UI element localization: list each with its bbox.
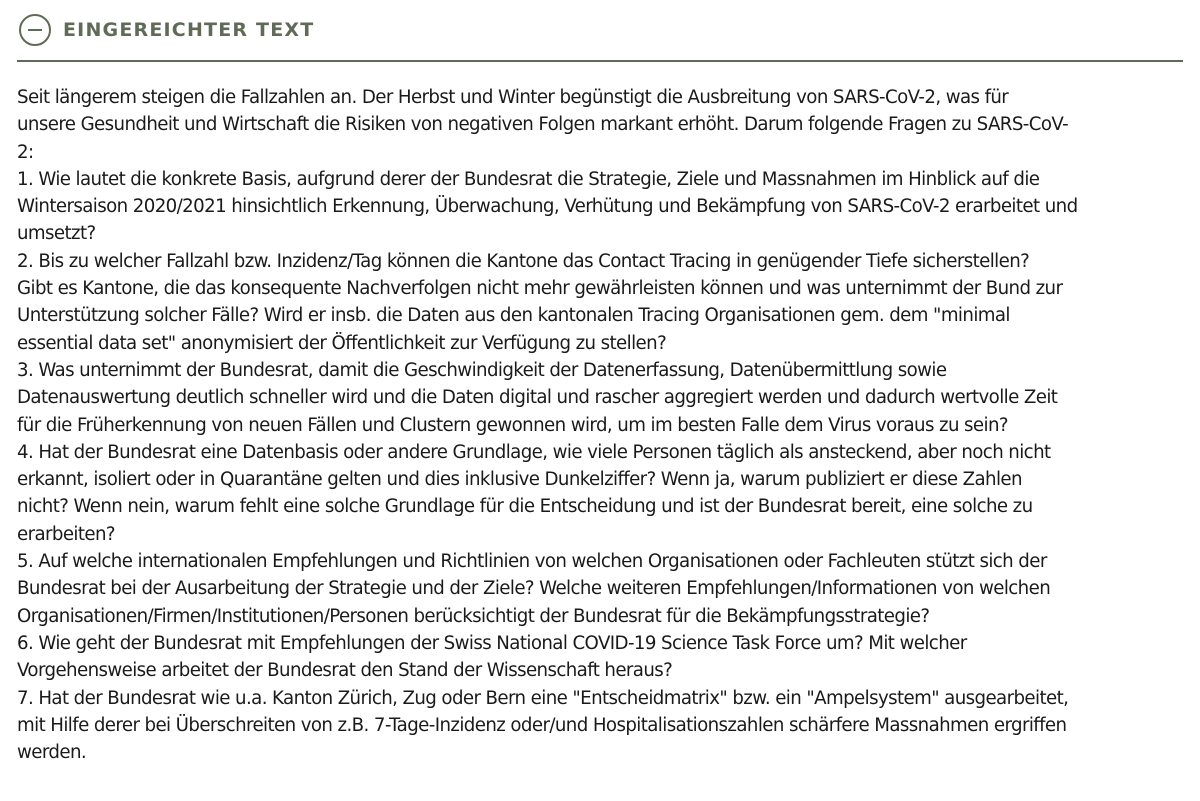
text-line: Wintersaison 2020/2021 hinsichtlich Erke… [17, 196, 1078, 218]
text-line: 2: [17, 141, 34, 163]
section-header-toggle[interactable]: EINGEREICHTER TEXT [17, 6, 1183, 62]
text-line: umsetzt? [17, 223, 96, 245]
text-line: erarbeiten? [17, 523, 116, 545]
text-line: essential data set" anonymisiert der Öff… [17, 332, 667, 354]
text-line: 2. Bis zu welcher Fallzahl bzw. Inzidenz… [17, 250, 1030, 272]
text-line: Vorgehensweise arbeitet der Bundesrat de… [17, 660, 673, 682]
text-line: unsere Gesundheit und Wirtschaft die Ris… [17, 114, 1069, 136]
section-title: EINGEREICHTER TEXT [63, 19, 315, 41]
text-line: Gibt es Kantone, die das konsequente Nac… [17, 278, 1063, 300]
text-line: nicht? Wenn nein, warum fehlt eine solch… [17, 496, 1033, 518]
text-line: 6. Wie geht der Bundesrat mit Empfehlung… [17, 632, 967, 654]
text-line: erkannt, isoliert oder in Quarantäne gel… [17, 469, 1023, 491]
text-line: mit Hilfe derer bei Überschreiten von z.… [17, 714, 1067, 736]
submitted-text-body: Seit längerem steigen die Fallzahlen an.… [17, 84, 1192, 766]
text-line: für die Früherkennung von neuen Fällen u… [17, 414, 1009, 436]
minus-circle-icon[interactable] [19, 14, 51, 46]
text-line: Bundesrat bei der Ausarbeitung der Strat… [17, 578, 1051, 600]
text-line: 4. Hat der Bundesrat eine Datenbasis ode… [17, 441, 1051, 463]
text-line: Seit längerem steigen die Fallzahlen an.… [17, 87, 1009, 108]
text-line: 5. Auf welche internationalen Empfehlung… [17, 551, 1047, 573]
text-line: Datenauswertung deutlich schneller wird … [17, 387, 1058, 409]
text-line: Unterstützung solcher Fälle? Wird er ins… [17, 305, 1010, 327]
text-line: 7. Hat der Bundesrat wie u.a. Kanton Zür… [17, 687, 1069, 709]
text-line: 3. Was unternimmt der Bundesrat, damit d… [17, 359, 947, 381]
text-line: Organisationen/Firmen/Institutionen/Pers… [17, 605, 930, 627]
text-line: 1. Wie lautet die konkrete Basis, aufgru… [17, 168, 1040, 190]
text-line: werden. [17, 742, 87, 764]
